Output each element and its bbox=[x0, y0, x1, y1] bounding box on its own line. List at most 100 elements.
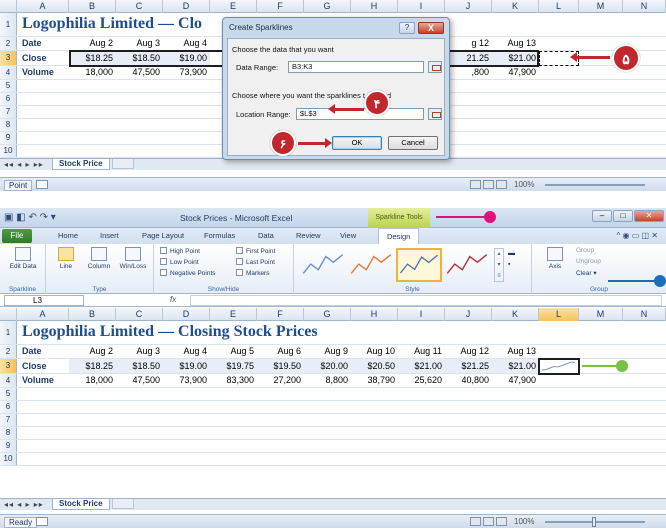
col-header-g[interactable]: G bbox=[304, 0, 351, 13]
name-box[interactable]: L3 bbox=[4, 295, 84, 306]
col-header-i[interactable]: I bbox=[398, 0, 445, 13]
data-range-input[interactable]: B3:K3 bbox=[288, 61, 424, 73]
edit-data-button[interactable]: Edit Data bbox=[6, 247, 40, 270]
last-point-checkbox[interactable]: Last Point bbox=[236, 258, 275, 266]
row-header[interactable]: 10 bbox=[0, 453, 17, 465]
row-header[interactable]: 5 bbox=[0, 80, 17, 92]
ok-button[interactable]: OK bbox=[332, 136, 382, 150]
row-header[interactable]: 6 bbox=[0, 93, 17, 105]
sparkline-style-3[interactable] bbox=[396, 248, 442, 282]
col-header-d[interactable]: D bbox=[163, 0, 210, 13]
first-point-checkbox[interactable]: First Point bbox=[236, 247, 275, 255]
col-header-a[interactable]: A bbox=[17, 308, 69, 321]
sheet-nav-arrows-icon[interactable]: ◂◂ ◂ ▸ ▸▸ bbox=[4, 160, 44, 169]
row-header[interactable]: 10 bbox=[0, 145, 17, 157]
tab-page-layout[interactable]: Page Layout bbox=[142, 231, 184, 240]
close-window-icon[interactable]: ✕ bbox=[634, 210, 664, 222]
close-button[interactable]: X bbox=[418, 22, 444, 34]
zoom-slider[interactable] bbox=[545, 184, 645, 186]
sparkline-tools-context-tab[interactable]: Sparkline Tools bbox=[368, 208, 430, 228]
negative-points-checkbox[interactable]: Negative Points bbox=[160, 269, 216, 277]
location-picker-icon[interactable] bbox=[428, 108, 442, 120]
tab-design[interactable]: Design bbox=[378, 228, 420, 244]
row-header[interactable]: 8 bbox=[0, 119, 17, 131]
col-header-k[interactable]: K bbox=[492, 308, 539, 321]
row-header[interactable]: 1 bbox=[0, 13, 17, 36]
page-break-view-icon[interactable] bbox=[496, 180, 507, 189]
col-header-m[interactable]: M bbox=[579, 0, 623, 13]
row-header[interactable]: 3 bbox=[0, 359, 17, 373]
line-type-button[interactable]: Line bbox=[52, 247, 80, 270]
col-header-d[interactable]: D bbox=[163, 308, 210, 321]
row-header[interactable]: 5 bbox=[0, 388, 17, 400]
tab-view[interactable]: View bbox=[340, 231, 356, 240]
markers-checkbox[interactable]: Markers bbox=[236, 269, 269, 277]
zoom-slider-knob[interactable] bbox=[592, 517, 596, 527]
page-break-view-icon[interactable] bbox=[496, 517, 507, 526]
insert-sheet-icon[interactable] bbox=[112, 159, 134, 169]
col-header-k[interactable]: K bbox=[492, 0, 539, 13]
col-header-l[interactable]: L bbox=[539, 308, 579, 321]
col-header-b[interactable]: B bbox=[69, 308, 116, 321]
insert-sheet-icon[interactable] bbox=[112, 499, 134, 509]
cancel-button[interactable]: Cancel bbox=[388, 136, 438, 150]
zoom-level[interactable]: 100% bbox=[514, 517, 534, 526]
col-header-a[interactable]: A bbox=[17, 0, 69, 13]
col-header-f[interactable]: F bbox=[257, 0, 304, 13]
row-header[interactable]: 7 bbox=[0, 414, 17, 426]
sparkline-color-icon[interactable]: ▬ ▪ bbox=[508, 248, 526, 282]
axis-button[interactable]: Axis bbox=[542, 247, 568, 270]
sparkline-style-4[interactable] bbox=[444, 248, 490, 282]
col-header-e[interactable]: E bbox=[210, 308, 257, 321]
sparkline-style-2[interactable] bbox=[348, 248, 394, 282]
col-header-j[interactable]: J bbox=[445, 308, 492, 321]
col-header-f[interactable]: F bbox=[257, 308, 304, 321]
col-header-b[interactable]: B bbox=[69, 0, 116, 13]
help-button[interactable]: ? bbox=[399, 22, 415, 34]
style-gallery-scroll-icon[interactable]: ▴ ▾ ≡ bbox=[494, 248, 504, 282]
tab-formulas[interactable]: Formulas bbox=[204, 231, 235, 240]
row-header[interactable]: 1 bbox=[0, 321, 17, 344]
row-header[interactable]: 2 bbox=[0, 345, 17, 358]
fx-icon[interactable]: fx bbox=[170, 295, 176, 304]
col-header-n[interactable]: N bbox=[623, 308, 666, 321]
col-header-g[interactable]: G bbox=[304, 308, 351, 321]
col-header-m[interactable]: M bbox=[579, 308, 623, 321]
file-tab[interactable]: File bbox=[2, 229, 32, 243]
row-header[interactable]: 6 bbox=[0, 401, 17, 413]
tab-insert[interactable]: Insert bbox=[100, 231, 119, 240]
row-header[interactable]: 2 bbox=[0, 37, 17, 50]
low-point-checkbox[interactable]: Low Point bbox=[160, 258, 199, 266]
sheet-tab-stock-price[interactable]: Stock Price bbox=[52, 499, 110, 510]
row-header[interactable]: 7 bbox=[0, 106, 17, 118]
group-button[interactable]: Group bbox=[576, 247, 594, 254]
tab-review[interactable]: Review bbox=[296, 231, 321, 240]
col-header-i[interactable]: I bbox=[398, 308, 445, 321]
row-header[interactable]: 4 bbox=[0, 374, 17, 387]
normal-view-icon[interactable] bbox=[470, 180, 481, 189]
normal-view-icon[interactable] bbox=[470, 517, 481, 526]
macro-record-icon[interactable] bbox=[36, 517, 48, 526]
tab-home[interactable]: Home bbox=[58, 231, 78, 240]
column-type-button[interactable]: Column bbox=[84, 247, 114, 270]
maximize-icon[interactable]: □ bbox=[613, 210, 633, 222]
row-header[interactable]: 9 bbox=[0, 440, 17, 452]
col-header-c[interactable]: C bbox=[116, 308, 163, 321]
row-header[interactable]: 4 bbox=[0, 66, 17, 79]
col-header-h[interactable]: H bbox=[351, 308, 398, 321]
minimize-icon[interactable]: – bbox=[592, 210, 612, 222]
range-picker-icon[interactable] bbox=[428, 61, 442, 73]
tab-data[interactable]: Data bbox=[258, 231, 274, 240]
sparkline-style-1[interactable] bbox=[300, 248, 346, 282]
formula-input[interactable] bbox=[190, 295, 662, 306]
col-header-n[interactable]: N bbox=[623, 0, 666, 13]
col-header-h[interactable]: H bbox=[351, 0, 398, 13]
sheet-tab-stock-price[interactable]: Stock Price bbox=[52, 159, 110, 170]
row-header[interactable]: 8 bbox=[0, 427, 17, 439]
sheet-nav-arrows-icon[interactable]: ◂◂ ◂ ▸ ▸▸ bbox=[4, 500, 44, 509]
col-header-c[interactable]: C bbox=[116, 0, 163, 13]
zoom-level[interactable]: 100% bbox=[514, 180, 534, 189]
page-layout-view-icon[interactable] bbox=[483, 517, 494, 526]
col-header-j[interactable]: J bbox=[445, 0, 492, 13]
col-header-e[interactable]: E bbox=[210, 0, 257, 13]
